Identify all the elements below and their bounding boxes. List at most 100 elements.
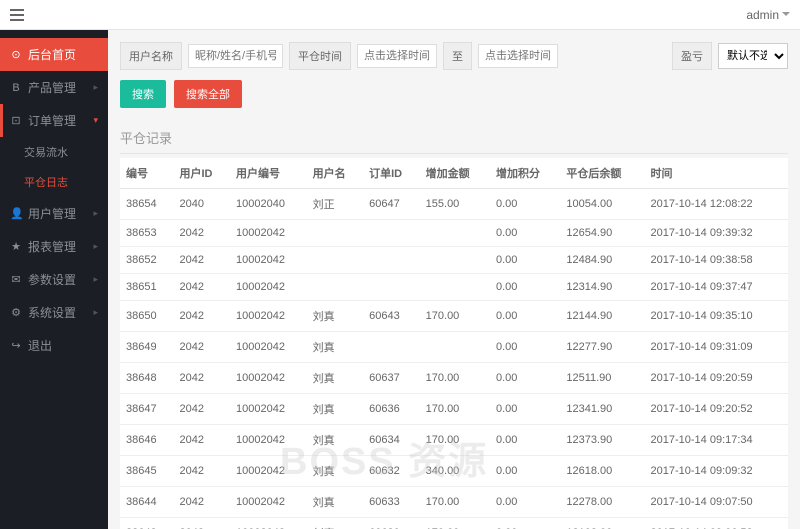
table-cell: 60633 [363,487,420,518]
sidebar-item-user[interactable]: 👤用户管理▸ [0,197,108,230]
table-row: 386512042100020420.0012314.902017-10-14 … [120,274,788,301]
filter-bar: 用户名称 平仓时间 至 盈亏 默认不选 [120,42,788,70]
table-cell: 60636 [363,394,420,425]
table-cell: 刘真 [307,332,364,363]
table-row: 38649204210002042刘真0.0012277.902017-10-1… [120,332,788,363]
sidebar-item-logout[interactable]: ↪退出 [0,329,108,362]
sidebar-item-product[interactable]: B产品管理▸ [0,71,108,104]
table-cell: 170.00 [420,301,490,332]
search-all-button[interactable]: 搜索全部 [174,80,242,108]
table-cell: 0.00 [490,518,560,529]
table-cell: 0.00 [490,301,560,332]
table-row: 38646204210002042刘真60634170.000.0012373.… [120,425,788,456]
table-cell: 60643 [363,301,420,332]
sidebar-item-system[interactable]: ⚙系统设置▸ [0,296,108,329]
table-cell: 170.00 [420,394,490,425]
logout-icon: ↪ [10,339,22,352]
sidebar: ⊙后台首页 B产品管理▸ ⊡订单管理▾ 交易流水 平仓日志 👤用户管理▸ ★报表… [0,30,108,529]
table-cell: 38652 [120,247,174,274]
table-cell: 38645 [120,456,174,487]
sidebar-sub-transactions[interactable]: 交易流水 [0,137,108,167]
table-cell: 10002042 [230,363,307,394]
sidebar-item-report[interactable]: ★报表管理▸ [0,230,108,263]
user-label: 用户名称 [120,42,182,70]
report-icon: ★ [10,240,22,253]
chevron-right-icon: ▸ [93,82,98,93]
table-cell: 10002042 [230,487,307,518]
table-cell: 170.00 [420,487,490,518]
sidebar-item-home[interactable]: ⊙后台首页 [0,38,108,71]
user-input[interactable] [188,44,283,68]
table-cell: 刘真 [307,363,364,394]
table-cell: 60634 [363,425,420,456]
table-cell: 2017-10-14 09:37:47 [645,274,788,301]
table-cell [363,247,420,274]
table-cell [307,274,364,301]
pl-label: 盈亏 [672,42,712,70]
table-cell: 2017-10-14 09:06:52 [645,518,788,529]
sidebar-sub-closelog[interactable]: 平仓日志 [0,167,108,197]
table-header: 编号 [120,158,174,189]
order-icon: ⊡ [10,114,22,127]
pl-select[interactable]: 默认不选 [718,43,788,69]
table-cell: 2042 [174,363,231,394]
table-cell: 刘正 [307,189,364,220]
table-row: 38643204210002042刘真60630170.000.0012108.… [120,518,788,529]
table-cell: 170.00 [420,425,490,456]
table-cell [363,220,420,247]
params-icon: ✉ [10,273,22,286]
user-menu[interactable]: admin [746,8,790,22]
sidebar-item-params[interactable]: ✉参数设置▸ [0,263,108,296]
table-header: 用户编号 [230,158,307,189]
table-cell: 刘真 [307,425,364,456]
table-cell: 2017-10-14 09:38:58 [645,247,788,274]
table-cell: 12144.90 [560,301,644,332]
table-cell: 170.00 [420,363,490,394]
table-cell: 刘真 [307,301,364,332]
table-cell: 38648 [120,363,174,394]
table-cell: 2040 [174,189,231,220]
table-cell [420,247,490,274]
table-cell: 10002042 [230,247,307,274]
table-row: 38645204210002042刘真60632340.000.0012618.… [120,456,788,487]
table-cell: 10002042 [230,425,307,456]
table-cell: 38649 [120,332,174,363]
chevron-right-icon: ▸ [93,241,98,252]
table-cell: 10002042 [230,220,307,247]
table-cell: 0.00 [490,332,560,363]
dashboard-icon: ⊙ [10,48,22,61]
system-icon: ⚙ [10,306,22,319]
table-cell: 12511.90 [560,363,644,394]
table-header: 增加金额 [420,158,490,189]
table-cell: 38647 [120,394,174,425]
table-cell: 12278.00 [560,487,644,518]
table-cell: 12314.90 [560,274,644,301]
table-header: 增加积分 [490,158,560,189]
chevron-down-icon [782,12,790,20]
table-cell: 0.00 [490,189,560,220]
sidebar-item-order[interactable]: ⊡订单管理▾ [0,104,108,137]
table-cell: 12618.00 [560,456,644,487]
table-cell: 2042 [174,518,231,529]
table-cell: 2017-10-14 09:09:32 [645,456,788,487]
table-cell: 10002042 [230,456,307,487]
table-cell: 2042 [174,487,231,518]
table-row: 38644204210002042刘真60633170.000.0012278.… [120,487,788,518]
table-cell [307,220,364,247]
table-cell: 刘真 [307,394,364,425]
table-row: 38654204010002040刘正60647155.000.0010054.… [120,189,788,220]
table-cell: 38654 [120,189,174,220]
table-cell: 2042 [174,332,231,363]
table-header: 用户ID [174,158,231,189]
table-cell: 刘真 [307,487,364,518]
table-cell: 刘真 [307,456,364,487]
table-cell: 0.00 [490,394,560,425]
chevron-right-icon: ▸ [93,307,98,318]
menu-toggle-icon[interactable] [10,9,24,21]
time-end-input[interactable] [478,44,558,68]
search-button[interactable]: 搜索 [120,80,166,108]
table-cell: 2017-10-14 09:39:32 [645,220,788,247]
time-start-input[interactable] [357,44,437,68]
table-cell: 2017-10-14 09:35:10 [645,301,788,332]
table-cell: 12654.90 [560,220,644,247]
